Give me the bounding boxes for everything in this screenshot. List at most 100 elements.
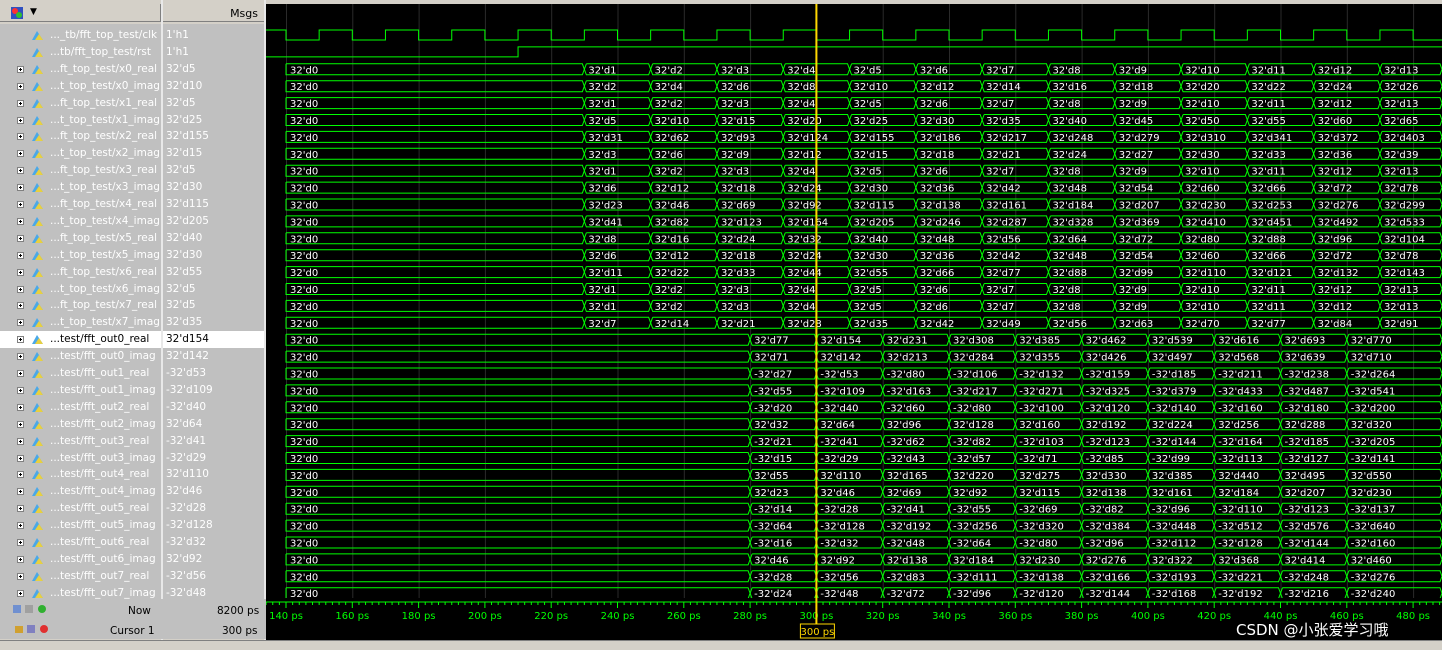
signal-row-value[interactable]: -32'd40 bbox=[163, 399, 264, 416]
expand-icon[interactable] bbox=[17, 217, 24, 225]
signal-row-name[interactable]: ...test/fft_out1_imag bbox=[0, 382, 161, 399]
signal-row-value[interactable]: 32'd30 bbox=[163, 179, 264, 196]
signal-row-value[interactable]: -32'd32 bbox=[163, 534, 264, 551]
signal-row-name[interactable]: ...test/fft_out2_real bbox=[0, 399, 161, 416]
signal-row-name[interactable]: ...ft_top_test/x7_real bbox=[0, 297, 161, 314]
signal-row-value[interactable]: 32'd92 bbox=[163, 551, 264, 568]
signal-row-value[interactable]: -32'd28 bbox=[163, 500, 264, 517]
signal-row-name[interactable]: ...test/fft_out6_real bbox=[0, 534, 161, 551]
signal-row-value[interactable]: 32'd55 bbox=[163, 264, 264, 281]
signal-row-value[interactable]: 32'd15 bbox=[163, 145, 264, 162]
signal-row-name[interactable]: ...test/fft_out3_imag bbox=[0, 450, 161, 467]
signal-row-name[interactable]: ...t_top_test/x2_imag bbox=[0, 145, 161, 162]
signal-row-value[interactable]: 32'd5 bbox=[163, 162, 264, 179]
expand-icon[interactable] bbox=[17, 522, 24, 530]
expand-icon[interactable] bbox=[17, 488, 24, 496]
expand-icon[interactable] bbox=[17, 184, 24, 192]
signal-row-name[interactable]: ...test/fft_out4_imag bbox=[0, 483, 161, 500]
signal-row-name[interactable]: ...test/fft_out5_real bbox=[0, 500, 161, 517]
signal-row-value[interactable]: 1'h1 bbox=[163, 27, 264, 44]
expand-icon[interactable] bbox=[17, 268, 24, 276]
expand-icon[interactable] bbox=[17, 99, 24, 107]
signal-row-value[interactable]: 32'd115 bbox=[163, 196, 264, 213]
expand-icon[interactable] bbox=[17, 353, 24, 361]
signal-row-name[interactable]: ...test/fft_out1_real bbox=[0, 365, 161, 382]
signal-row-value[interactable]: 32'd64 bbox=[163, 416, 264, 433]
waveform-area[interactable]: 32'd0 32'd1 32'd2 32'd3 32'd4 32'd5 32'd6 32'd7… bbox=[266, 4, 1442, 598]
signal-row-value[interactable]: 32'd155 bbox=[163, 128, 264, 145]
signal-row-name[interactable]: ...t_top_test/x1_imag bbox=[0, 112, 161, 129]
expand-icon[interactable] bbox=[17, 201, 24, 208]
signal-row-name[interactable]: ...t_top_test/x7_imag bbox=[0, 314, 161, 331]
signal-row-value[interactable]: -32'd128 bbox=[163, 517, 264, 534]
wave-logo-icon[interactable] bbox=[10, 6, 24, 20]
expand-icon[interactable] bbox=[17, 370, 24, 377]
signal-row-value[interactable]: -32'd53 bbox=[163, 365, 264, 382]
signal-row-value[interactable]: 32'd5 bbox=[163, 297, 264, 314]
expand-icon[interactable] bbox=[17, 285, 24, 293]
expand-icon[interactable] bbox=[17, 150, 24, 158]
expand-icon[interactable] bbox=[17, 116, 24, 124]
now-toolbar-icons[interactable] bbox=[12, 603, 48, 615]
expand-icon[interactable] bbox=[17, 589, 24, 597]
expand-icon[interactable] bbox=[17, 539, 24, 546]
signal-row-name[interactable]: ...t_top_test/x4_imag bbox=[0, 213, 161, 230]
signal-row-name[interactable]: ...test/fft_out3_real bbox=[0, 433, 161, 450]
signal-row-value[interactable]: 32'd5 bbox=[163, 95, 264, 112]
signal-row-value[interactable]: 32'd35 bbox=[163, 314, 264, 331]
signal-row-name[interactable]: ...t_top_test/x0_imag bbox=[0, 78, 161, 95]
signal-row-value[interactable]: -32'd29 bbox=[163, 450, 264, 467]
expand-icon[interactable] bbox=[17, 555, 24, 563]
signal-row-name[interactable]: ...test/fft_out2_imag bbox=[0, 416, 161, 433]
signal-row-value[interactable]: 32'd30 bbox=[163, 247, 264, 264]
signal-row-name[interactable]: ...test/fft_out5_imag bbox=[0, 517, 161, 534]
signal-row-name[interactable]: ...test/fft_out0_real bbox=[0, 331, 161, 349]
expand-icon[interactable] bbox=[17, 386, 24, 394]
signal-row-value[interactable]: 32'd46 bbox=[163, 483, 264, 500]
expand-icon[interactable] bbox=[17, 302, 24, 310]
signal-row-name[interactable]: ...t_top_test/x3_imag bbox=[0, 179, 161, 196]
signal-row-name[interactable]: ...test/fft_out7_real bbox=[0, 568, 161, 585]
expand-icon[interactable] bbox=[17, 505, 24, 513]
signal-row-value[interactable]: 32'd110 bbox=[163, 466, 264, 483]
dropdown-arrow-icon[interactable]: ▼ bbox=[30, 7, 37, 17]
signal-row-name[interactable]: ...ft_top_test/x4_real bbox=[0, 196, 161, 213]
signal-row-name[interactable]: ...ft_top_test/x0_real bbox=[0, 61, 161, 78]
expand-icon[interactable] bbox=[17, 471, 24, 479]
expand-icon[interactable] bbox=[17, 133, 24, 141]
expand-icon[interactable] bbox=[17, 251, 24, 259]
signal-row-value[interactable]: -32'd56 bbox=[163, 568, 264, 585]
signal-row-name[interactable]: ...test/fft_out0_imag bbox=[0, 348, 161, 365]
cursor-value[interactable]: 300 ps bbox=[222, 625, 258, 637]
signal-row-name[interactable]: ...ft_top_test/x5_real bbox=[0, 230, 161, 247]
signal-row-name[interactable]: ...t_top_test/x6_imag bbox=[0, 281, 161, 298]
signal-row-value[interactable]: 1'h1 bbox=[163, 44, 264, 61]
signal-row-value[interactable]: 32'd40 bbox=[163, 230, 264, 247]
signal-row-value[interactable]: 32'd5 bbox=[163, 281, 264, 298]
signal-row-name[interactable]: ...ft_top_test/x3_real bbox=[0, 162, 161, 179]
expand-icon[interactable] bbox=[17, 319, 24, 327]
signal-row-name[interactable]: ...ft_top_test/x6_real bbox=[0, 264, 161, 281]
expand-icon[interactable] bbox=[17, 336, 24, 344]
expand-icon[interactable] bbox=[17, 572, 24, 580]
signal-row-value[interactable]: 32'd25 bbox=[163, 112, 264, 129]
expand-icon[interactable] bbox=[17, 82, 24, 90]
signal-row-value[interactable]: 32'd10 bbox=[163, 78, 264, 95]
signal-row-value[interactable]: 32'd5 bbox=[163, 61, 264, 78]
expand-icon[interactable] bbox=[17, 437, 24, 445]
signal-row-name[interactable]: ...ft_top_test/x2_real bbox=[0, 128, 161, 145]
signal-row-name[interactable]: ...t_top_test/x5_imag bbox=[0, 247, 161, 264]
cursor-toolbar-icons[interactable] bbox=[14, 623, 50, 635]
expand-icon[interactable] bbox=[17, 403, 24, 411]
expand-icon[interactable] bbox=[17, 420, 24, 428]
signal-row-value[interactable]: 32'd154 bbox=[163, 331, 264, 349]
expand-icon[interactable] bbox=[17, 234, 24, 242]
signal-row-value[interactable]: 32'd205 bbox=[163, 213, 264, 230]
column-splitter[interactable] bbox=[161, 0, 163, 649]
signal-row-name[interactable]: ..._tb/fft_top_test/clk bbox=[0, 27, 161, 44]
signal-row-value[interactable]: -32'd41 bbox=[163, 433, 264, 450]
signal-row-name[interactable]: ...test/fft_out6_imag bbox=[0, 551, 161, 568]
expand-icon[interactable] bbox=[17, 454, 24, 462]
signal-row-name[interactable]: ...ft_top_test/x1_real bbox=[0, 95, 161, 112]
signal-row-name[interactable]: ...tb/fft_top_test/rst bbox=[0, 44, 161, 61]
